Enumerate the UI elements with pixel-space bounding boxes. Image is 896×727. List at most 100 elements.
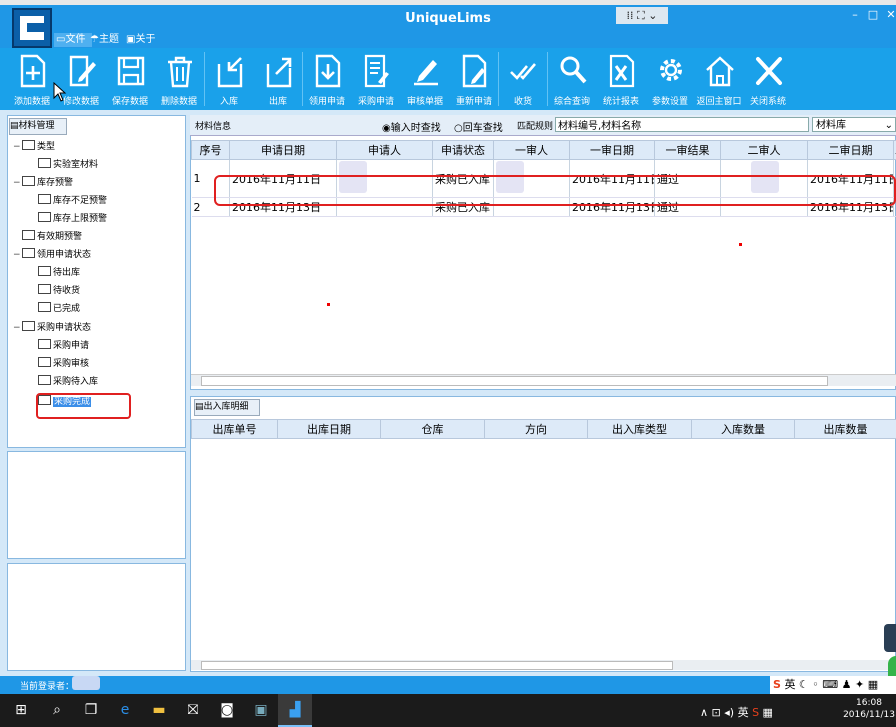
folder-icon xyxy=(22,248,35,258)
col-header[interactable]: 二审日期 xyxy=(807,140,894,160)
app-icon[interactable]: ▣ xyxy=(244,694,278,727)
search-icon[interactable]: ⌕ xyxy=(40,694,74,727)
radio-search-on-enter[interactable]: ○回车查找 xyxy=(454,119,503,134)
folder-icon xyxy=(22,176,35,186)
highlight-annotation-tree xyxy=(36,393,131,419)
folder-icon xyxy=(38,357,51,367)
status-bar xyxy=(0,676,896,694)
close-system-button[interactable]: 关闭系统 xyxy=(744,48,792,110)
stock-in-button[interactable]: 入库 xyxy=(205,48,253,110)
tree-node-pending-receive[interactable]: 待收货 xyxy=(38,284,80,298)
uniquelims-taskbar-icon[interactable]: ▟ xyxy=(278,694,312,727)
col-header[interactable]: 入库数量 xyxy=(691,419,795,439)
tab-material-management[interactable]: ▤材料管理 xyxy=(9,118,67,135)
red-dot-marker xyxy=(739,243,742,246)
col-header[interactable]: 出库单号 xyxy=(191,419,278,439)
file-explorer-icon[interactable]: ▬ xyxy=(142,694,176,727)
grid-horizontal-scrollbar[interactable] xyxy=(191,374,896,386)
general-query-button[interactable]: 综合查询 xyxy=(548,48,596,110)
taskbar-clock[interactable]: 16:08 2016/11/13 xyxy=(842,697,896,721)
toolbar: 添加数据 修改数据 保存数据 删除数据 入库 出库 领用申请 采购申请 审核单据… xyxy=(0,48,896,110)
folder-icon xyxy=(22,230,35,240)
material-kind-select[interactable]: 材料库 ⌄ xyxy=(812,117,896,132)
folder-icon xyxy=(38,266,51,276)
tree-node-completed[interactable]: 已完成 xyxy=(38,302,80,316)
col-header[interactable]: 申请人 xyxy=(336,140,433,160)
tree-node-purchase-status[interactable]: − 采购申请状态 xyxy=(13,321,91,335)
double-check-icon xyxy=(510,63,536,80)
scrollbar-thumb[interactable] xyxy=(201,661,673,670)
tree-node-stock-warning[interactable]: − 库存预警 xyxy=(13,176,73,190)
tree-node-purchase-pending-in[interactable]: 采购待入库 xyxy=(38,375,98,389)
tree-node-purchase-request[interactable]: 采购申请 xyxy=(38,339,89,353)
store-icon[interactable]: ⛝ xyxy=(176,694,210,727)
delete-data-button[interactable]: 删除数据 xyxy=(155,48,203,110)
task-view-icon[interactable]: ❐ xyxy=(74,694,108,727)
in-out-table: 出库单号 出库日期 仓库 方向 出入库类型 入库数量 出库数量 xyxy=(191,419,896,439)
floating-widget[interactable] xyxy=(884,624,896,652)
statistics-report-button[interactable]: 统计报表 xyxy=(597,48,645,110)
folder-icon xyxy=(38,339,51,349)
tree-node-purchase-review[interactable]: 采购审核 xyxy=(38,357,89,371)
tree-node-expiry-warning[interactable]: 有效期预警 xyxy=(22,230,82,244)
download-doc-icon xyxy=(315,54,341,88)
save-data-button[interactable]: 保存数据 xyxy=(106,48,154,110)
col-header[interactable]: 方向 xyxy=(484,419,588,439)
maximize-button[interactable]: □ xyxy=(864,8,882,22)
grid-icon: ▤ xyxy=(195,402,204,412)
menu-file[interactable]: ▭文件 xyxy=(54,33,92,47)
window-snap-strip[interactable]: ⁞⁞ ⛶ ⌄ xyxy=(616,7,668,24)
requisition-button[interactable]: 领用申请 xyxy=(303,48,351,110)
col-header[interactable]: 序号 xyxy=(191,140,230,160)
window-top-edge xyxy=(0,0,896,5)
detail-horizontal-scrollbar[interactable] xyxy=(191,660,896,670)
tree-node-stock-upper-warning[interactable]: 库存上限预警 xyxy=(38,212,107,226)
col-header[interactable]: 二审人 xyxy=(720,140,808,160)
redacted-user xyxy=(72,676,100,690)
start-icon[interactable]: ⊞ xyxy=(4,694,38,727)
folder-icon xyxy=(22,140,35,150)
tree-node-requisition-status[interactable]: − 领用申请状态 xyxy=(13,248,91,262)
tree-node-stock-low-warning[interactable]: 库存不足预警 xyxy=(38,194,107,208)
col-header[interactable]: 仓库 xyxy=(380,419,485,439)
menu-about[interactable]: ▣关于 xyxy=(126,33,160,47)
col-header[interactable]: 一审结果 xyxy=(654,140,721,160)
parameter-settings-button[interactable]: 参数设置 xyxy=(646,48,694,110)
highlight-annotation-row xyxy=(214,175,896,206)
add-data-button[interactable]: 添加数据 xyxy=(8,48,56,110)
edge-icon[interactable]: e xyxy=(108,694,142,727)
scrollbar-thumb[interactable] xyxy=(201,376,828,386)
tree-node-lab-material[interactable]: 实验室材料 xyxy=(38,158,98,172)
stock-out-button[interactable]: 出库 xyxy=(254,48,302,110)
col-header[interactable]: 一审日期 xyxy=(569,140,655,160)
export-icon xyxy=(266,57,292,88)
col-header[interactable]: 一审人 xyxy=(493,140,570,160)
grid-icon: ▤ xyxy=(10,121,19,131)
purchase-request-button[interactable]: 采购申请 xyxy=(352,48,400,110)
camera-icon[interactable]: ◙ xyxy=(210,694,244,727)
col-header[interactable]: 出入库类型 xyxy=(587,419,692,439)
folder-icon xyxy=(38,158,51,168)
col-header[interactable]: 申请状态 xyxy=(432,140,494,160)
system-tray: ∧ ⊡ ◂) 英 S ▦ xyxy=(700,706,773,719)
return-main-window-button[interactable]: 返回主窗口 xyxy=(695,48,743,110)
col-header[interactable]: 申请日期 xyxy=(229,140,337,160)
reapply-button[interactable]: 重新申请 xyxy=(450,48,498,110)
left-panel-bottom xyxy=(7,563,186,671)
col-header[interactable]: 出库数量 xyxy=(794,419,896,439)
trash-icon xyxy=(168,56,192,88)
ime-toolbar[interactable]: S 英 ☾ ◦ ⌨ ♟ ✦ ▦ xyxy=(770,676,896,694)
tab-in-out-detail[interactable]: ▤出入库明细 xyxy=(194,399,260,416)
menu-theme[interactable]: ☂主题 xyxy=(90,33,124,47)
red-dot-marker xyxy=(327,303,330,306)
tree-node-type[interactable]: − 类型 xyxy=(13,140,55,154)
receive-goods-button[interactable]: 收货 xyxy=(499,48,547,110)
review-document-button[interactable]: 审核单据 xyxy=(401,48,449,110)
col-header[interactable]: 出库日期 xyxy=(277,419,381,439)
search-input[interactable] xyxy=(555,117,809,132)
tree-node-pending-out[interactable]: 待出库 xyxy=(38,266,80,280)
radio-search-on-input[interactable]: ◉输入时查找 xyxy=(382,119,441,134)
current-user-label: 当前登录者： xyxy=(20,682,75,692)
minimize-button[interactable]: – xyxy=(846,8,864,22)
close-window-button[interactable]: ✕ xyxy=(882,8,896,22)
